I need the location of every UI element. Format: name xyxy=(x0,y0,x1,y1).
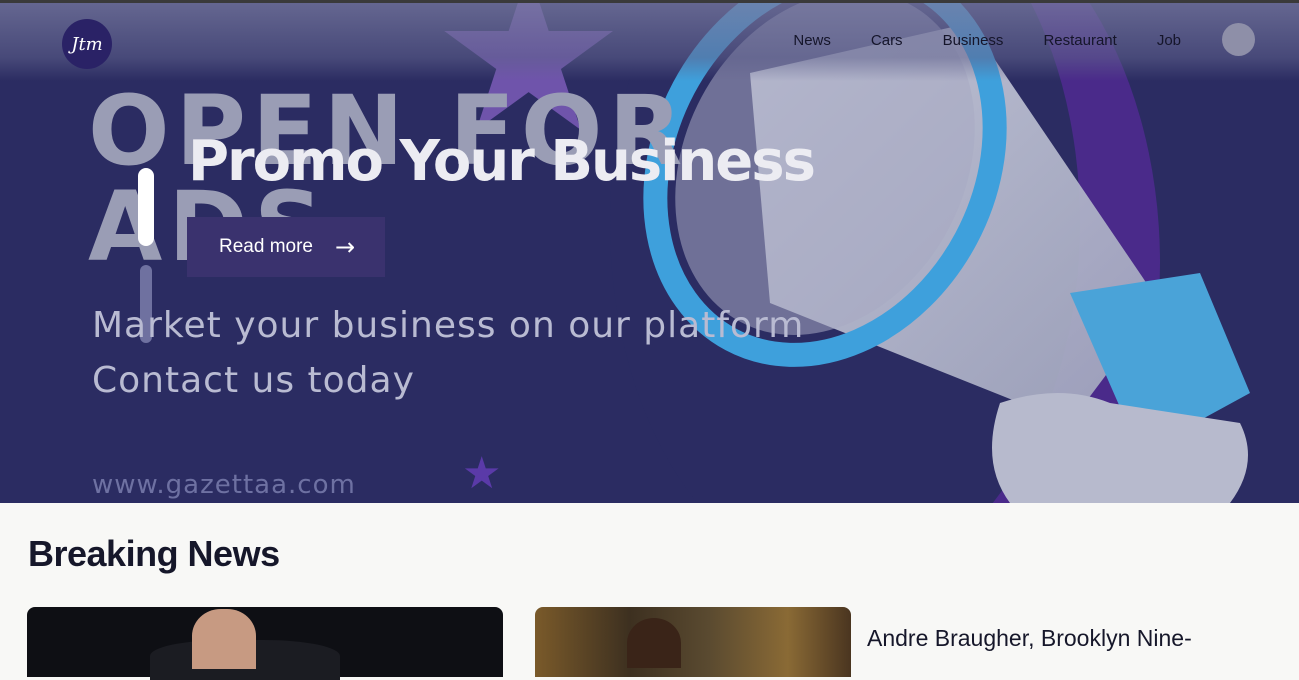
user-avatar[interactable] xyxy=(1222,23,1255,56)
breaking-news-title: Breaking News xyxy=(28,533,280,574)
logo-text: Jtm xyxy=(71,33,103,55)
arrow-right-icon: → xyxy=(335,233,356,261)
site-logo[interactable]: Jtm xyxy=(62,19,112,69)
read-more-button[interactable]: Read more → xyxy=(187,217,385,277)
nav-link-restaurant[interactable]: Restaurant xyxy=(1043,32,1116,49)
nav-link-cars[interactable]: Cars xyxy=(871,32,903,49)
small-star-icon: ★ xyxy=(462,448,502,499)
nav-link-job[interactable]: Job xyxy=(1157,32,1181,49)
hero-tagline-1: Market your business on our platform xyxy=(92,305,805,346)
window-top-border xyxy=(0,0,1299,3)
news-card-image-2[interactable] xyxy=(535,607,851,677)
nav-link-business[interactable]: Business xyxy=(943,32,1004,49)
hero-tagline-2: Contact us today xyxy=(92,360,415,401)
top-navbar: Jtm News Cars Business Restaurant Job xyxy=(0,3,1299,81)
hero-website-url: www.gazettaa.com xyxy=(92,470,356,500)
news-card-2-person-head xyxy=(627,618,681,668)
main-nav: News Cars Business Restaurant Job xyxy=(793,32,1181,49)
news-headline-link[interactable]: Andre Braugher, Brooklyn Nine- xyxy=(867,625,1192,652)
nav-link-news[interactable]: News xyxy=(793,32,831,49)
read-more-label: Read more xyxy=(219,236,313,257)
slider-cursor-bar xyxy=(138,168,154,246)
news-card-1-person-head xyxy=(192,609,256,669)
hero-title: Promo Your Business xyxy=(188,129,816,194)
